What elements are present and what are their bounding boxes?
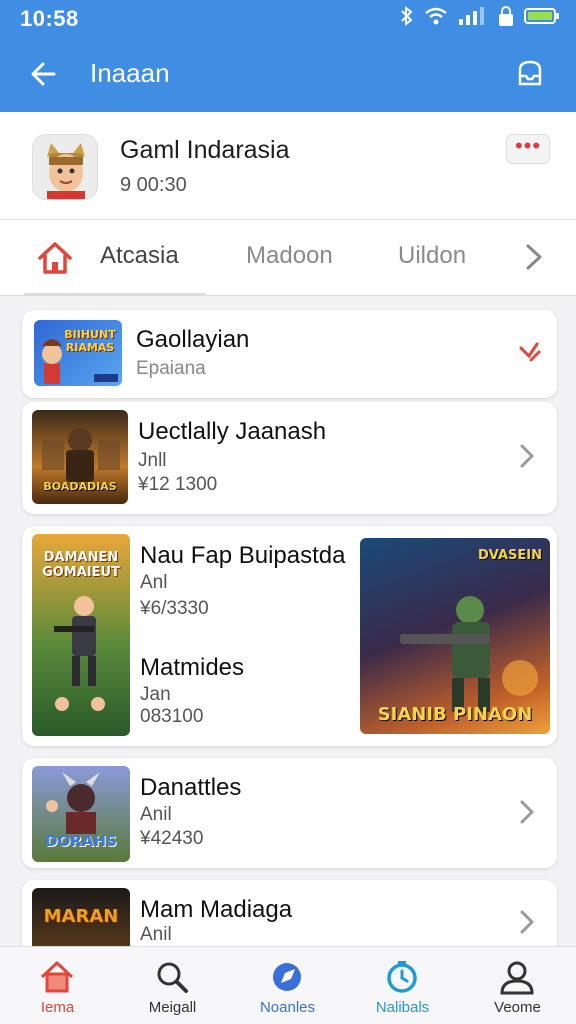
back-arrow-icon bbox=[31, 62, 56, 86]
status-bar: 10:58 bbox=[0, 0, 576, 36]
tab-bar: Atcasia Madoon Uildon bbox=[0, 220, 576, 296]
featured-art-title: DVASEIN bbox=[478, 548, 542, 563]
battery-icon bbox=[524, 7, 560, 30]
open-game-button[interactable] bbox=[517, 442, 537, 470]
chevron-right-icon bbox=[520, 910, 534, 934]
nav-home-label: Iema bbox=[40, 999, 75, 1016]
lock-icon bbox=[498, 6, 514, 31]
profile-header: Gaml Indarasia 9 00:30 ••• bbox=[0, 112, 576, 220]
open-game-button[interactable] bbox=[517, 798, 537, 826]
game-subtitle: Anil bbox=[140, 924, 172, 945]
timer-icon bbox=[387, 961, 417, 993]
nav-search-label: Meigall bbox=[148, 999, 197, 1016]
nav-home[interactable]: Iema bbox=[0, 947, 115, 1024]
game-thumbnail: DAMANEN GOMAIEUT bbox=[32, 534, 130, 736]
game-price: ¥42430 bbox=[140, 828, 204, 849]
game-thumb-title: MARAN bbox=[43, 906, 119, 927]
game-thumbnail: MARAN bbox=[32, 888, 130, 952]
avatar[interactable] bbox=[32, 134, 98, 200]
game-title-secondary: Matmides bbox=[140, 654, 245, 681]
game-title: Uectlally Jaanash bbox=[138, 418, 327, 445]
tab-active-indicator bbox=[24, 293, 206, 296]
profile-name: Gaml Indarasia bbox=[120, 136, 290, 164]
bottom-nav: Iema Meigall Noanles Nalibals Veome bbox=[0, 946, 576, 1024]
home-icon bbox=[40, 961, 74, 993]
featured-art-caption: SIANIB PINAON bbox=[377, 704, 533, 725]
nav-search[interactable]: Meigall bbox=[115, 947, 230, 1024]
game-price: ¥12 1300 bbox=[138, 474, 218, 495]
game-card[interactable]: BOADADIAS Uectlally Jaanash Jnll ¥12 130… bbox=[22, 402, 557, 514]
game-card[interactable]: BIIHUNT RIAMAS Gaollayian Epaiana bbox=[22, 310, 557, 398]
nav-updates[interactable]: Nalibals bbox=[345, 947, 460, 1024]
home-icon bbox=[38, 242, 72, 274]
chevron-right-icon bbox=[520, 444, 534, 468]
featured-game-card[interactable]: DAMANEN GOMAIEUT Nau Fap Buipastda Anl ¥… bbox=[22, 526, 557, 746]
game-price: ¥6/3330 bbox=[140, 598, 209, 619]
game-price-secondary: 083100 bbox=[140, 706, 204, 727]
search-icon bbox=[157, 962, 188, 993]
wifi-icon bbox=[424, 7, 448, 30]
game-thumb-title: DAMANEN GOMAIEUT bbox=[42, 550, 120, 580]
featured-game-art: DVASEIN SIANIB PINAON bbox=[360, 538, 550, 734]
game-subtitle: Epaiana bbox=[136, 358, 206, 379]
game-subtitle: Anl bbox=[140, 572, 168, 593]
page-title: Inaaan bbox=[90, 58, 170, 88]
tab-madoon[interactable]: Madoon bbox=[246, 242, 333, 270]
game-thumbnail: DORAHS bbox=[32, 766, 130, 862]
game-title: Gaollayian bbox=[136, 326, 250, 353]
more-options-button[interactable]: ••• bbox=[506, 134, 550, 164]
signal-icon bbox=[458, 7, 488, 30]
tab-uildon[interactable]: Uildon bbox=[398, 242, 466, 270]
game-subtitle: Anil bbox=[140, 804, 172, 825]
game-subtitle: Jnll bbox=[138, 450, 167, 471]
status-time: 10:58 bbox=[20, 6, 79, 31]
compass-icon bbox=[273, 963, 301, 991]
tabs-scroll-button[interactable] bbox=[522, 242, 546, 272]
open-game-button[interactable] bbox=[517, 338, 541, 366]
game-thumbnail: BIIHUNT RIAMAS bbox=[34, 320, 122, 386]
inbox-button[interactable] bbox=[514, 58, 546, 90]
back-button[interactable] bbox=[26, 56, 62, 92]
game-card[interactable]: DORAHS Danattles Anil ¥42430 bbox=[22, 758, 557, 868]
chevron-right-icon bbox=[520, 800, 534, 824]
open-game-button[interactable] bbox=[517, 908, 537, 936]
nav-updates-label: Nalibals bbox=[375, 999, 430, 1016]
bluetooth-icon bbox=[400, 5, 414, 31]
game-title: Danattles bbox=[140, 774, 242, 801]
game-title: Nau Fap Buipastda bbox=[140, 542, 346, 569]
character-avatar-icon bbox=[33, 135, 97, 199]
home-tab-icon[interactable] bbox=[36, 240, 74, 276]
tab-atcasia[interactable]: Atcasia bbox=[100, 242, 179, 270]
nav-profile[interactable]: Veome bbox=[460, 947, 575, 1024]
inbox-icon bbox=[518, 60, 542, 86]
nav-games[interactable]: Noanles bbox=[230, 947, 345, 1024]
chevron-right-icon bbox=[526, 244, 542, 270]
game-thumbnail: BOADADIAS bbox=[32, 410, 128, 504]
game-thumb-title: BIIHUNT RIAMAS bbox=[64, 328, 116, 354]
nav-profile-label: Veome bbox=[494, 999, 541, 1016]
game-subtitle-secondary: Jan bbox=[140, 684, 171, 705]
profile-subtitle: 9 00:30 bbox=[120, 174, 187, 196]
app-bar: Inaaan bbox=[0, 36, 576, 112]
nav-games-label: Noanles bbox=[259, 999, 316, 1016]
game-thumb-title: DORAHS bbox=[45, 832, 117, 850]
user-icon bbox=[500, 961, 534, 995]
double-chevron-icon bbox=[519, 342, 541, 362]
game-title: Mam Madiaga bbox=[140, 896, 293, 923]
status-icons bbox=[400, 5, 560, 31]
game-thumb-title: BOADADIAS bbox=[43, 480, 117, 493]
